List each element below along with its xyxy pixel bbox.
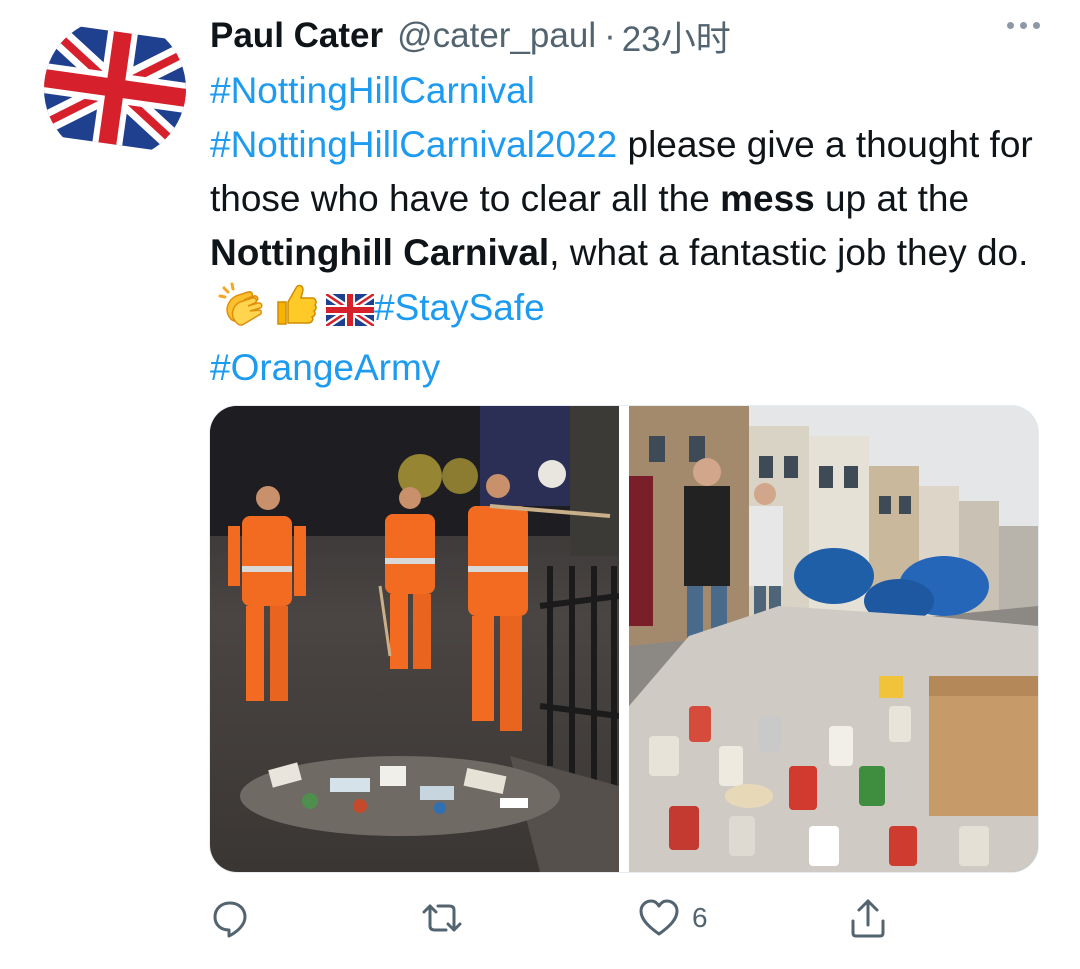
tweet-header: Paul Cater @cater_paul · 23小时 <box>210 12 1040 60</box>
hashtag-link[interactable]: #OrangeArmy <box>210 347 440 388</box>
street-cleaners-photo[interactable] <box>210 406 619 872</box>
text-segment: up at the <box>814 178 970 219</box>
bold-text: Nottinghill Carnival <box>210 232 550 273</box>
heart-icon <box>638 898 680 938</box>
hashtag-link[interactable]: #NottingHillCarnival2022 <box>210 124 617 165</box>
separator-dot: · <box>604 16 616 55</box>
tweet-actions: 6 <box>210 890 910 946</box>
bold-text: mess <box>720 178 815 219</box>
tweet-card[interactable]: Paul Cater @cater_paul · 23小时 #NottingHi… <box>0 0 1080 969</box>
text-segment: , what a fantastic job they do. <box>549 232 1029 273</box>
more-options-icon[interactable] <box>1007 22 1040 29</box>
display-name[interactable]: Paul Cater <box>210 16 383 56</box>
share-icon <box>848 897 888 939</box>
hashtag-link[interactable]: #StaySafe <box>374 287 545 328</box>
share-button[interactable] <box>848 890 900 946</box>
rubbish-pile-photo[interactable] <box>629 406 1038 872</box>
tweet-media <box>209 405 1039 873</box>
reply-button[interactable] <box>210 890 262 946</box>
avatar[interactable] <box>44 18 186 160</box>
retweet-button[interactable] <box>420 890 476 946</box>
hashtag-link[interactable]: #NottingHillCarnival <box>210 70 535 111</box>
user-handle[interactable]: @cater_paul <box>397 16 596 56</box>
like-button[interactable]: 6 <box>638 890 708 946</box>
clapping-hands-icon <box>218 282 264 341</box>
timestamp[interactable]: 23小时 <box>622 11 731 62</box>
uk-flag-icon <box>324 287 376 341</box>
like-count: 6 <box>692 902 708 933</box>
reply-icon <box>210 898 250 938</box>
retweet-icon <box>420 898 464 938</box>
thumbs-up-icon <box>272 280 318 341</box>
tweet-text: #NottingHillCarnival #NottingHillCarniva… <box>210 64 1050 395</box>
